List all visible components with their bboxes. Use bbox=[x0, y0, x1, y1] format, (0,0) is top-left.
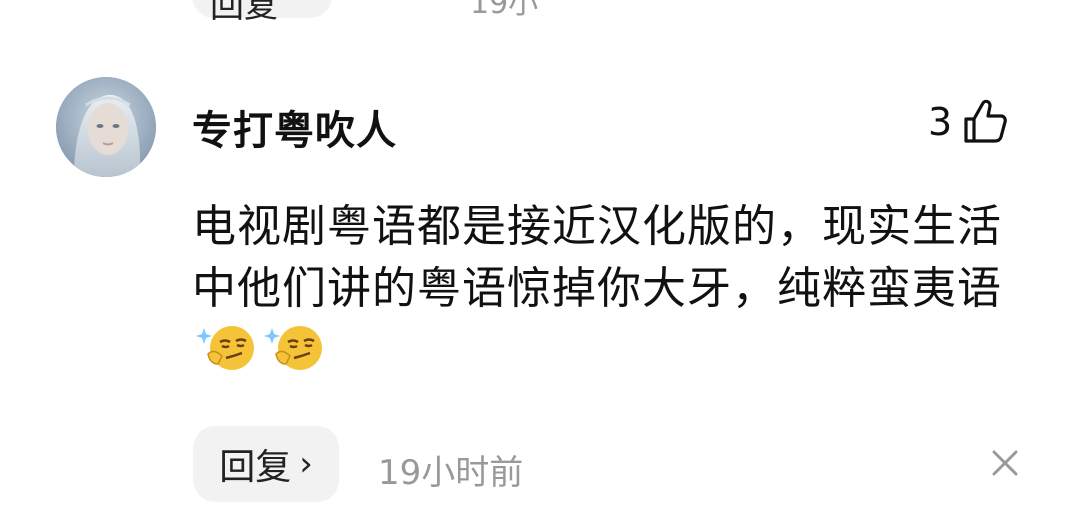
avatar-image bbox=[56, 77, 156, 177]
like-button[interactable]: 3 bbox=[928, 96, 1010, 148]
previous-time: 19小 bbox=[470, 0, 539, 21]
previous-reply-button[interactable]: 回复 bbox=[192, 0, 332, 26]
comment-time: 19小时前 bbox=[378, 453, 524, 493]
comment-body: 电视剧粤语都是接近汉化版的，现实生活中他们讲的粤语惊掉你大牙，纯粹蛮夷语 bbox=[192, 201, 1002, 314]
reply-button[interactable]: 回复 › bbox=[193, 426, 339, 502]
chevron-right-icon: › bbox=[299, 444, 313, 484]
reply-label: 回复 bbox=[219, 447, 292, 488]
smirk-emoji bbox=[196, 326, 254, 370]
previous-reply-label: 回复 bbox=[210, 0, 278, 26]
like-count: 3 bbox=[928, 100, 953, 144]
thumbs-up-icon bbox=[964, 99, 1008, 143]
comment-text: 电视剧粤语都是接近汉化版的，现实生活中他们讲的粤语惊掉你大牙，纯粹蛮夷语 bbox=[192, 196, 1022, 383]
close-icon[interactable] bbox=[988, 446, 1022, 480]
username[interactable]: 专打粤吹人 bbox=[192, 98, 397, 156]
smirk-emoji bbox=[264, 326, 322, 370]
avatar[interactable] bbox=[56, 77, 156, 177]
previous-comment-footer: 回复 19小 bbox=[0, 0, 1080, 26]
